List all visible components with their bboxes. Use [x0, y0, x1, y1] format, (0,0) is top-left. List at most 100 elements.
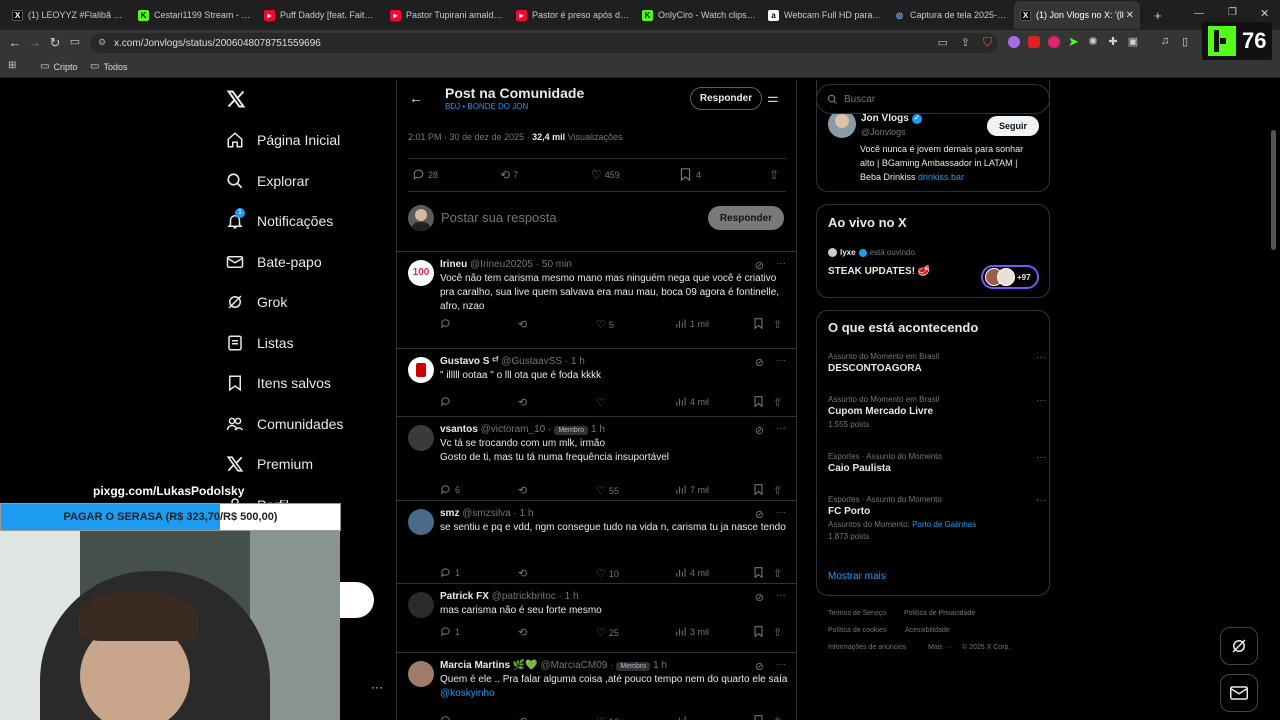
reply-button[interactable]	[440, 318, 455, 329]
reply-button[interactable]: 6	[440, 484, 460, 495]
nav-item-comunidades[interactable]: Comunidades	[226, 409, 343, 439]
avatar[interactable]: 100	[408, 260, 434, 286]
close-window-icon[interactable]: ✕	[1260, 7, 1269, 20]
grok-explain-icon[interactable]: ⊘	[755, 660, 764, 673]
reply-button[interactable]: 1	[440, 567, 460, 578]
more-icon[interactable]: ···	[776, 507, 786, 518]
like-button[interactable]: ♡10	[596, 567, 619, 580]
reply-post[interactable]: vsantos @victoram_10 · Membro 1 h ⊘ ··· Vc tá…	[397, 416, 796, 500]
reply-author[interactable]: vsantos @victoram_10 · Membro 1 h	[440, 424, 605, 435]
trend-item[interactable]: Esportes · Assunto do Momento FC Porto Ass…	[828, 495, 1046, 541]
avatar[interactable]	[408, 509, 434, 535]
views-button[interactable]: 3 mil	[675, 626, 709, 637]
trend-item[interactable]: Assunto do Momento em Brasil DESCONTOAGOR…	[828, 352, 1046, 374]
like-stat[interactable]: ♡ 459	[591, 168, 620, 182]
nav-item-grok[interactable]: Grok	[226, 287, 287, 317]
footer-link[interactable]: Mais ···	[928, 644, 952, 651]
extension-icon[interactable]	[1008, 36, 1020, 48]
more-icon[interactable]: ···	[1036, 352, 1046, 363]
nav-item-explorar[interactable]: Explorar	[226, 166, 309, 196]
share-icon[interactable]: ⇧	[773, 484, 782, 497]
more-options-icon[interactable]: ···	[371, 680, 383, 694]
more-icon[interactable]: ···	[1036, 495, 1046, 506]
more-icon[interactable]: ···	[776, 659, 786, 670]
maximize-icon[interactable]: ❐	[1228, 7, 1237, 18]
reply-author[interactable]: Marcia Martins 🌿💚 @MarciaCM09 · Membro 1 h	[440, 660, 667, 671]
share-icon[interactable]: ⇧	[773, 396, 782, 409]
extension-icon[interactable]	[1028, 36, 1040, 48]
grok-explain-icon[interactable]: ⊘	[755, 356, 764, 369]
reply-post[interactable]: smz @smzsilva · 1 h ⊘ ··· se sentiu e pq e …	[397, 500, 796, 583]
reply-button[interactable]	[440, 715, 455, 720]
live-listeners[interactable]: +97	[981, 265, 1039, 289]
extension-icon[interactable]: ✺	[1082, 35, 1104, 48]
forward-icon[interactable]: →	[24, 35, 46, 50]
grok-floating-button[interactable]	[340, 582, 374, 618]
like-button[interactable]: ♡	[596, 396, 609, 409]
more-icon[interactable]: ···	[776, 258, 786, 269]
minimize-icon[interactable]: —	[1194, 8, 1204, 19]
footer-link[interactable]: Política de cookies	[828, 627, 886, 634]
profile-link[interactable]: drinkiss.bar	[918, 172, 964, 182]
bookmark-button[interactable]	[753, 484, 768, 495]
profile-name[interactable]: Jon Vlogs ✓	[861, 113, 922, 124]
bookmark-stat[interactable]: 4	[680, 168, 701, 181]
more-icon[interactable]: ···	[776, 355, 786, 366]
install-icon[interactable]: ▭	[938, 36, 948, 49]
more-icon[interactable]: ···	[1036, 395, 1046, 406]
repost-button[interactable]: ⟲	[518, 396, 530, 409]
reply-submit-button[interactable]: Responder	[708, 206, 784, 230]
browser-tab[interactable]: ▸Puff Daddy [feat. Faith Evans	[258, 1, 384, 29]
nav-item-itens-salvos[interactable]: Itens salvos	[226, 368, 331, 398]
bookmark-button[interactable]	[753, 567, 768, 578]
reply-post[interactable]: Patrick FX @patrickbritoc · 1 h ⊘ ··· mas c…	[397, 583, 796, 652]
browser-tab[interactable]: KCestari1199 Stream - Watch	[132, 1, 258, 29]
bookmark-button[interactable]	[753, 715, 768, 720]
reload-icon[interactable]: ↻	[44, 35, 66, 51]
new-tab-button[interactable]: +	[1154, 8, 1162, 23]
reply-author[interactable]: Gustavo S ᶜᶠ @GustaavSS · 1 h	[440, 356, 585, 367]
avatar[interactable]	[408, 425, 434, 451]
share-icon[interactable]: ⇧	[773, 318, 782, 331]
bookmark-folder-todos[interactable]: ▭ Todos	[90, 61, 127, 72]
trend-item[interactable]: Esportes · Assunto do Momento Caio Paulis…	[828, 452, 1046, 474]
reply-stat[interactable]: 28	[412, 168, 438, 181]
show-more-link[interactable]: Mostrar mais	[828, 571, 886, 582]
reply-compose-input[interactable]: Postar sua resposta	[441, 210, 557, 225]
apps-grid-icon[interactable]: ⊞	[8, 60, 16, 71]
site-info-icon[interactable]: ⚙	[98, 37, 106, 48]
repost-button[interactable]: ⟲	[518, 318, 530, 331]
avatar[interactable]	[408, 661, 434, 687]
repost-button[interactable]: ⟲	[518, 567, 530, 580]
address-bar[interactable]: ⚙ x.com/Jonvlogs/status/2006048078751559…	[90, 33, 998, 53]
back-icon[interactable]: ←	[4, 35, 26, 50]
grok-explain-icon[interactable]: ⊘	[755, 591, 764, 604]
community-link[interactable]: BDJ • BONDE DO JON	[445, 102, 528, 111]
reply-post[interactable]: Marcia Martins 🌿💚 @MarciaCM09 · Membro 1 h…	[397, 652, 796, 720]
browser-tab[interactable]: X (1) Jon Vlogs no X: '(ll ✕	[1014, 1, 1140, 29]
page-scrollbar[interactable]	[1271, 130, 1276, 250]
profile-avatar[interactable]	[828, 110, 856, 138]
like-button[interactable]: ♡ 25	[596, 626, 619, 639]
grok-explain-icon[interactable]: ⊘	[755, 508, 764, 521]
reply-author[interactable]: Irineu @Irineu20205 · 50 min	[440, 259, 572, 270]
brave-shield-icon[interactable]: ⛉	[983, 35, 992, 50]
reply-button[interactable]: 1	[440, 626, 460, 637]
nav-item-listas[interactable]: Listas	[226, 328, 294, 358]
views-button[interactable]: 7 mil	[675, 484, 709, 495]
share-icon[interactable]: ⇧	[773, 567, 782, 580]
footer-link[interactable]: Termos de Serviço	[828, 610, 886, 617]
search-box[interactable]: Buscar	[816, 84, 1050, 114]
reply-post[interactable]: Gustavo S ᶜᶠ @GustaavSS · 1 h ⊘ ··· " illll…	[397, 348, 796, 416]
screenshot-icon[interactable]: ▣	[1122, 35, 1144, 48]
back-arrow-icon[interactable]: ←	[409, 90, 423, 106]
like-button[interactable]: ♡ 55	[596, 484, 619, 497]
my-avatar[interactable]	[408, 205, 434, 231]
bookmark-page-icon[interactable]: ▭	[64, 35, 86, 48]
settings-sliders-icon[interactable]: ⚌	[767, 90, 779, 106]
grok-explain-icon[interactable]: ⊘	[755, 259, 764, 272]
repost-button[interactable]: ⟲	[518, 626, 530, 639]
avatar[interactable]	[408, 357, 434, 383]
bookmark-button[interactable]	[753, 318, 768, 329]
footer-link[interactable]: Informações de anúncios	[828, 644, 906, 651]
